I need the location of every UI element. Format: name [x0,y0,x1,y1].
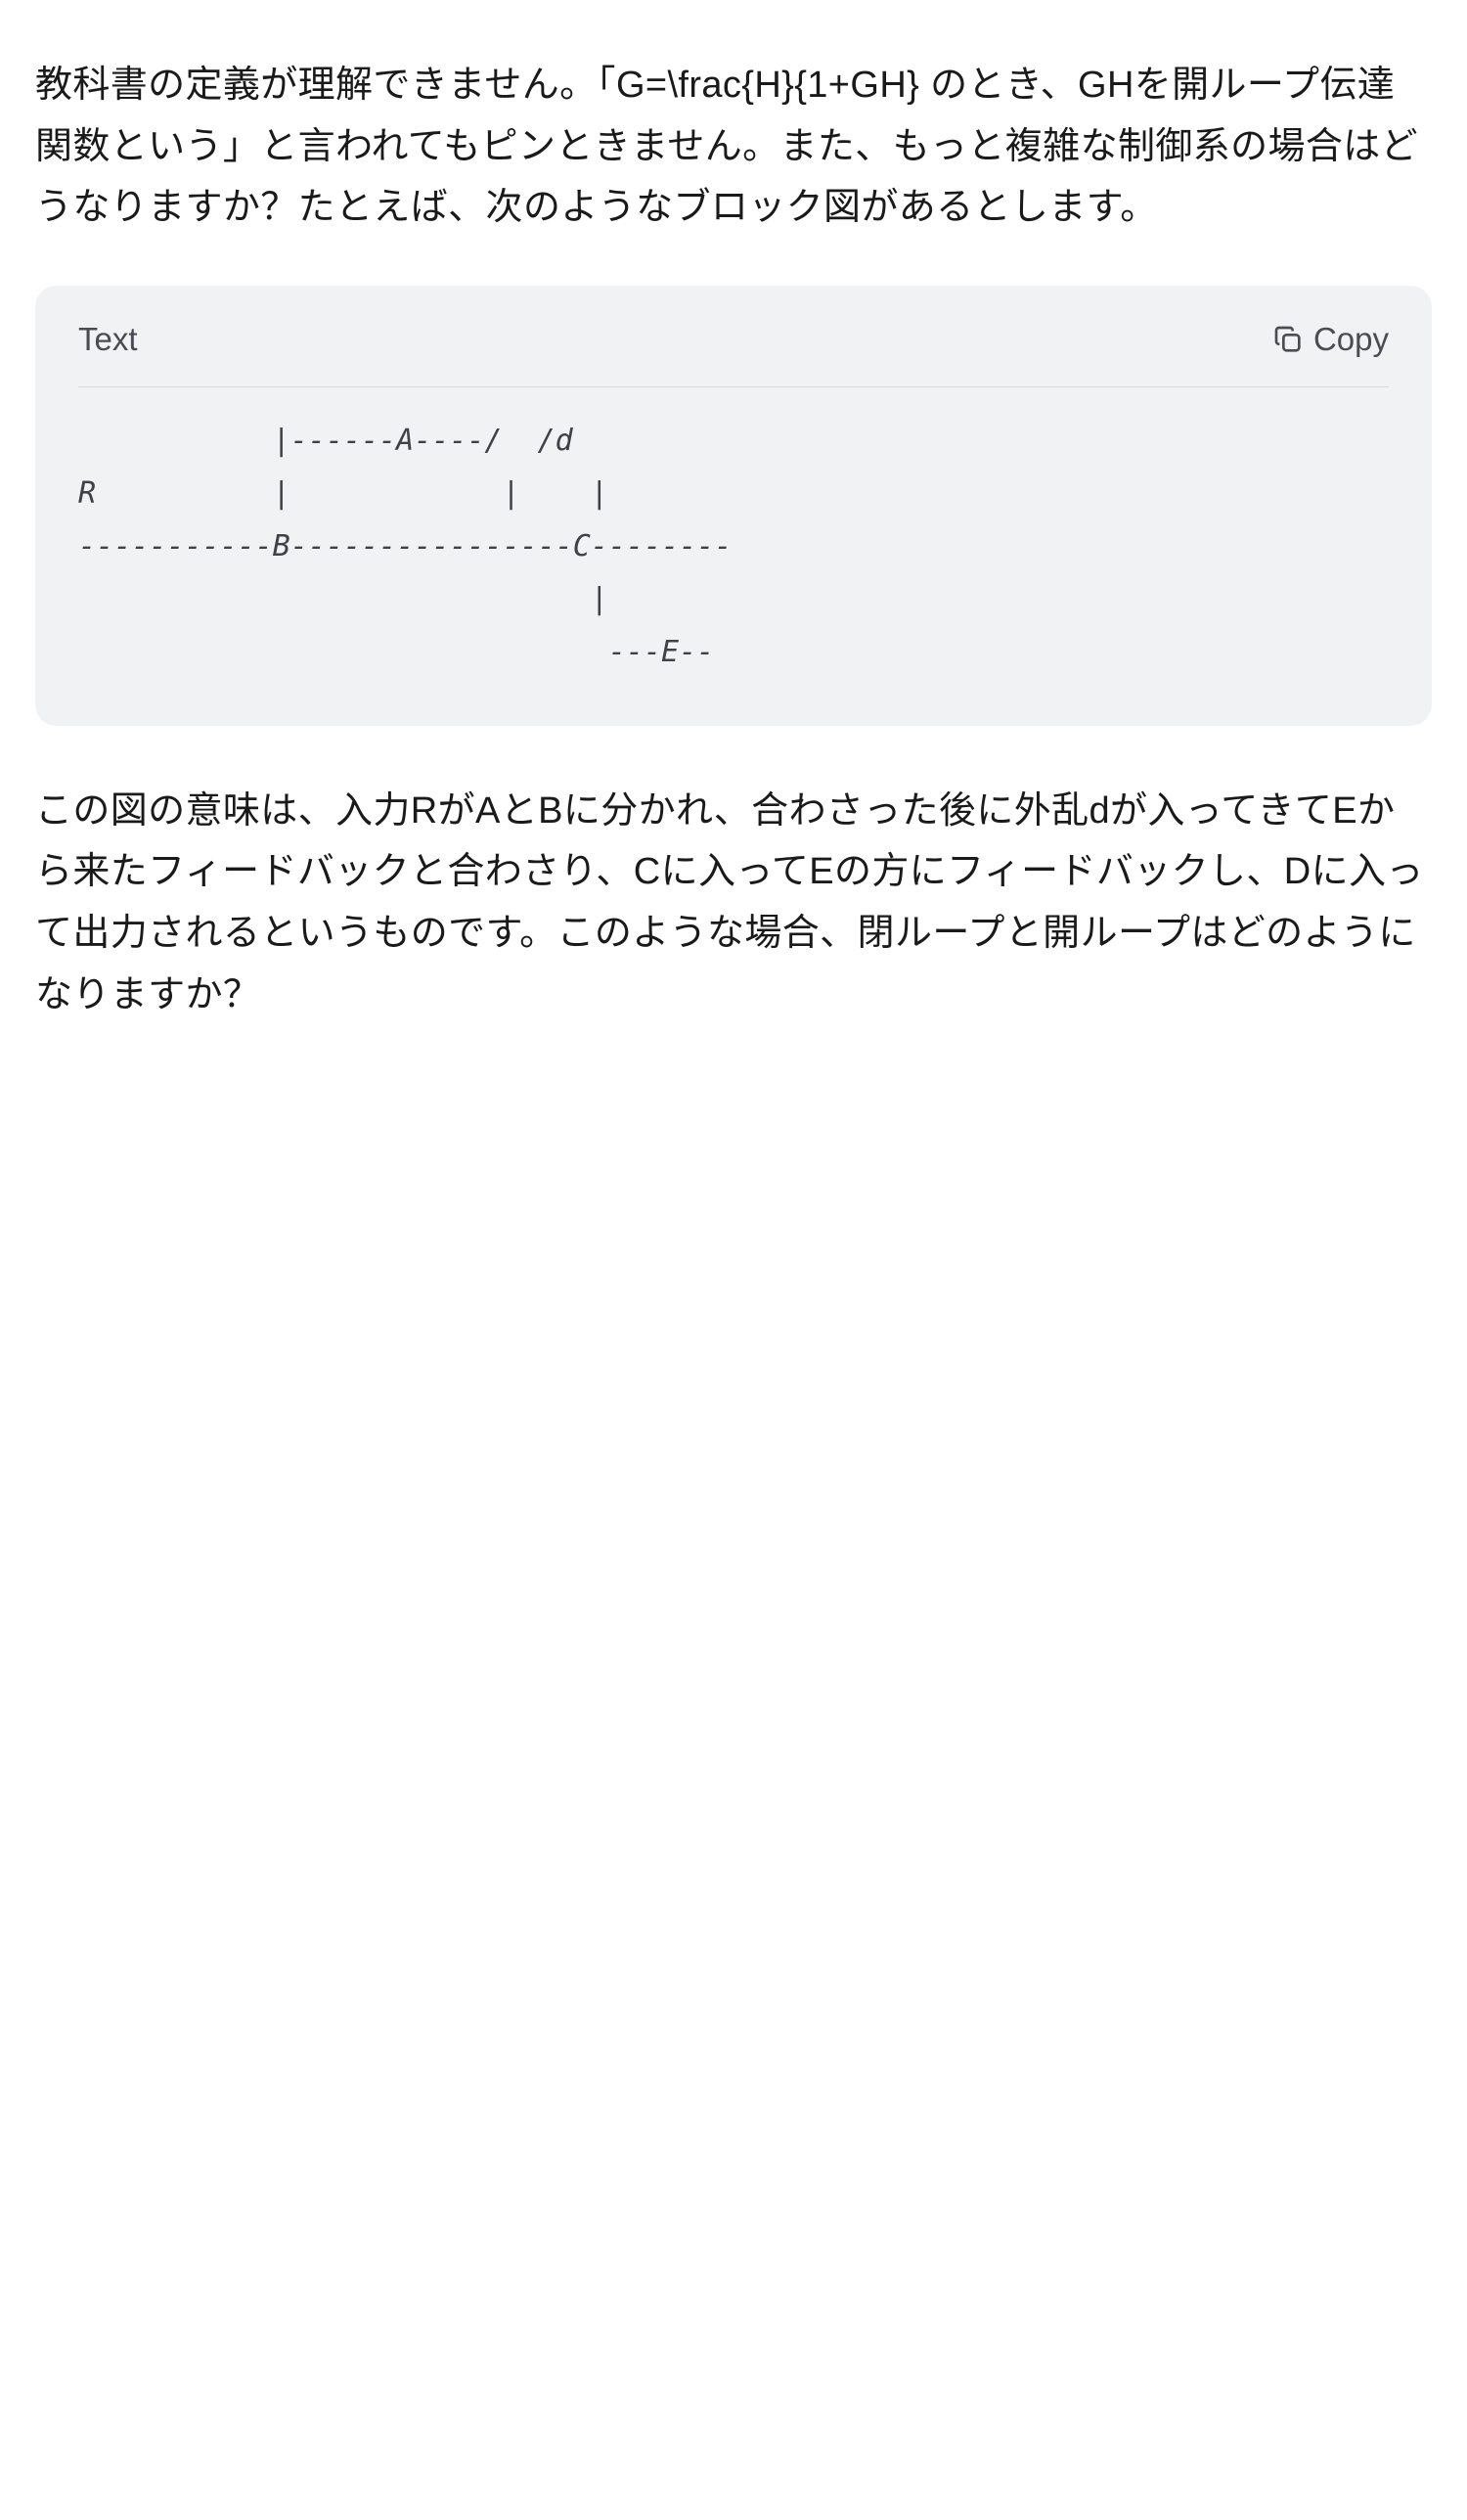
copy-button-label: Copy [1313,321,1389,358]
user-message-paragraph-1: 教科書の定義が理解できません。「G=\frac{H}{1+GH} のとき、GHを… [35,55,1432,239]
copy-icon [1272,324,1304,355]
code-block-header: Text Copy [35,286,1432,385]
code-language-label: Text [78,313,138,366]
user-message-paragraph-2: この図の意味は、入力RがAとBに分かれ、合わさった後に外乱dが入ってきてEから来… [35,781,1432,1026]
code-block: Text Copy |------A----/ /d R | | | -----… [35,286,1432,725]
code-block-content: |------A----/ /d R | | | -----------B---… [35,387,1432,726]
copy-button[interactable]: Copy [1272,321,1389,358]
